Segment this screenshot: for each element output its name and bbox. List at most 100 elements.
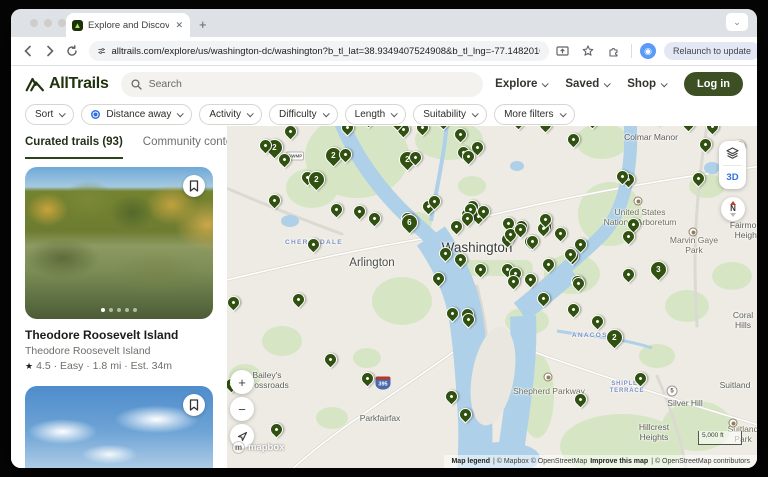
login-button[interactable]: Log in: [684, 72, 743, 96]
tab-overflow-button[interactable]: ⌄: [726, 13, 748, 31]
map-pin[interactable]: [470, 260, 490, 279]
reload-icon[interactable]: [63, 42, 81, 60]
share-icon[interactable]: [553, 42, 571, 60]
extensions-icon[interactable]: [605, 42, 623, 60]
map-pin-cluster[interactable]: 6: [396, 210, 422, 235]
filter-more-filters[interactable]: More filters: [494, 103, 575, 125]
map-pin[interactable]: [563, 300, 583, 319]
nav-item-saved[interactable]: Saved: [565, 78, 611, 90]
close-window-button[interactable]: [30, 19, 38, 27]
tab-curated-trails[interactable]: Curated trails (93): [25, 126, 123, 159]
map-pin[interactable]: [450, 126, 470, 144]
map-pin[interactable]: [349, 202, 369, 221]
map-credits[interactable]: | © Mapbox © OpenStreetMap: [493, 458, 587, 465]
map-pin[interactable]: [266, 420, 286, 439]
map-pin-cluster[interactable]: 3: [645, 257, 671, 282]
map-pin[interactable]: [702, 126, 722, 136]
map-pin[interactable]: [280, 126, 300, 141]
bookmark-button[interactable]: [183, 175, 205, 197]
back-icon[interactable]: [19, 42, 37, 60]
bookmark-star-icon[interactable]: [579, 42, 597, 60]
carousel-dots[interactable]: [25, 308, 213, 312]
minimize-window-button[interactable]: [44, 19, 52, 27]
map-pin[interactable]: [522, 232, 542, 251]
map-pin[interactable]: [520, 270, 540, 289]
osm-credits[interactable]: | © OpenStreetMap contributors: [651, 458, 750, 465]
map-pin[interactable]: [582, 126, 602, 130]
window-controls[interactable]: [30, 19, 66, 27]
map-pin[interactable]: [358, 126, 378, 129]
3d-button[interactable]: 3D: [719, 166, 746, 190]
map-pin[interactable]: [337, 126, 357, 137]
relaunch-button[interactable]: Relaunch to update: [664, 42, 757, 60]
map-pin[interactable]: [455, 405, 475, 424]
map-pin[interactable]: [441, 387, 461, 406]
tab-close-icon[interactable]: ✕: [174, 20, 184, 31]
map[interactable]: WashingtonArlingtonCHERRYDALEColmar Mano…: [227, 126, 757, 468]
forward-icon[interactable]: [41, 42, 59, 60]
map-pin[interactable]: [550, 224, 570, 243]
improve-map-link[interactable]: Improve this map: [590, 458, 648, 465]
map-pin[interactable]: [587, 312, 607, 331]
map-pin[interactable]: [538, 255, 558, 274]
map-pin[interactable]: [535, 126, 555, 134]
carousel-dot[interactable]: [101, 308, 105, 312]
map-legend-link[interactable]: Map legend: [451, 458, 490, 465]
map-pin[interactable]: [630, 369, 650, 388]
trail-card[interactable]: [25, 386, 213, 468]
carousel-dot[interactable]: [109, 308, 113, 312]
maximize-window-button[interactable]: [58, 19, 66, 27]
bookmark-button[interactable]: [183, 394, 205, 416]
browser-tab[interactable]: ▲ Explore and Discover Trails N ✕: [66, 13, 190, 37]
map-pin[interactable]: [435, 244, 455, 263]
map-pin[interactable]: [227, 293, 243, 312]
map-pin[interactable]: [433, 126, 453, 131]
map-pin[interactable]: [688, 169, 708, 188]
map-pin[interactable]: [303, 235, 323, 254]
site-settings-icon[interactable]: [98, 46, 106, 56]
trail-photo[interactable]: [25, 167, 213, 319]
map-pin[interactable]: [618, 265, 638, 284]
filter-distance-away[interactable]: Distance away: [81, 103, 193, 125]
filter-difficulty[interactable]: Difficulty: [269, 103, 338, 125]
nav-item-explore[interactable]: Explore: [495, 78, 550, 90]
carousel-dot[interactable]: [125, 308, 129, 312]
tab-community-content[interactable]: Community content: [143, 126, 227, 159]
map-pin[interactable]: [450, 250, 470, 269]
new-tab-button[interactable]: +: [199, 17, 207, 32]
trail-photo[interactable]: [25, 386, 213, 468]
map-pin[interactable]: [412, 126, 432, 137]
zoom-in-button[interactable]: +: [230, 370, 254, 394]
map-pin[interactable]: [695, 135, 715, 154]
filter-activity[interactable]: Activity: [199, 103, 263, 125]
map-pin[interactable]: [570, 390, 590, 409]
map-pin[interactable]: [326, 200, 346, 219]
map-pin[interactable]: [364, 209, 384, 228]
filter-sort[interactable]: Sort: [25, 103, 75, 125]
map-pin[interactable]: [264, 191, 284, 210]
map-pin[interactable]: [428, 269, 448, 288]
map-pin[interactable]: [508, 126, 528, 131]
trail-card[interactable]: Theodore Roosevelt Island Theodore Roose…: [25, 167, 213, 372]
filter-length[interactable]: Length: [344, 103, 407, 125]
carousel-dot[interactable]: [133, 308, 137, 312]
nav-item-shop[interactable]: Shop: [627, 78, 668, 90]
map-pin[interactable]: [320, 350, 340, 369]
map-pin[interactable]: [648, 126, 668, 127]
carousel-dot[interactable]: [117, 308, 121, 312]
url-bar[interactable]: alltrails.com/explore/us/washington-dc/w…: [89, 41, 549, 61]
layers-button[interactable]: [719, 141, 746, 165]
map-pin[interactable]: [357, 369, 377, 388]
map-pin-cluster[interactable]: 2: [601, 325, 627, 350]
compass-button[interactable]: N: [721, 197, 745, 221]
map-pin[interactable]: [563, 130, 583, 149]
alltrails-logo[interactable]: AllTrails: [25, 75, 109, 93]
map-pin[interactable]: [288, 290, 308, 309]
filter-suitability[interactable]: Suitability: [413, 103, 488, 125]
map-pin[interactable]: [533, 289, 553, 308]
map-pin[interactable]: [678, 126, 698, 133]
zoom-out-button[interactable]: −: [230, 397, 254, 421]
mapbox-logo[interactable]: m mapbox: [232, 441, 284, 454]
map-pin[interactable]: [442, 304, 462, 323]
profile-avatar[interactable]: ◉: [640, 43, 656, 59]
